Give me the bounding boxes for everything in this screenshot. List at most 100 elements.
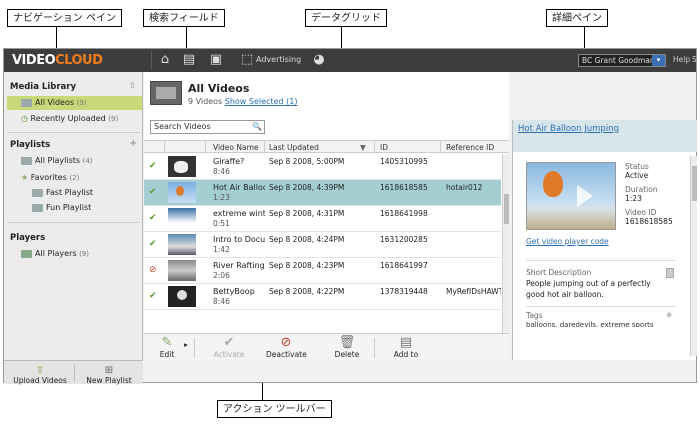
navigation-pane: Media Library ⇧ All Videos (9) ◷ Recentl… (4, 72, 143, 361)
sidebar-item-fast-playlist[interactable]: Fast Playlist (32, 188, 93, 197)
divider (526, 260, 676, 261)
table-row[interactable]: ⊘ River Rafting 2:06 Sep 8 2008, 4:23PM … (144, 258, 501, 284)
player-icon (21, 249, 32, 258)
chevron-down-icon[interactable]: ▾ (652, 55, 665, 66)
table-row[interactable]: ✔ Giraffe? 8:46 Sep 8 2008, 5:00PM 14053… (144, 154, 501, 180)
inactive-ban-icon: ⊘ (149, 265, 157, 275)
deactivate-button[interactable]: ⊘ Deactivate (266, 335, 307, 360)
column-last-updated[interactable]: Last Updated (269, 143, 319, 152)
status-label: Status (625, 162, 649, 171)
table-row[interactable]: ✔ BettyBoop 8:46 Sep 8 2008, 4:22PM 1378… (144, 284, 501, 310)
analytics-icon[interactable]: ◕ (310, 52, 328, 68)
film-icon (150, 81, 182, 105)
video-duration: 8:46 (213, 167, 230, 176)
data-grid-area: All Videos 9 Videos Show Selected (1) Se… (144, 72, 509, 361)
scrollbar-thumb[interactable] (504, 194, 509, 224)
section-divider (7, 222, 140, 223)
clock-icon: ◷ (21, 114, 28, 123)
section-divider (7, 132, 140, 133)
advertising-icon[interactable]: ⬚ (238, 52, 256, 68)
video-duration: 0:51 (213, 219, 230, 228)
add-to-button[interactable]: ▤ Add to (386, 336, 426, 360)
video-id: 1631200285 (380, 235, 428, 244)
active-check-icon: ✔ (149, 161, 157, 171)
collapse-up-icon[interactable]: ⇧ (129, 81, 136, 90)
grid-scrollbar[interactable] (502, 154, 509, 334)
video-name: Giraffe? (213, 157, 245, 166)
show-selected-link[interactable]: Show Selected (1) (225, 97, 298, 106)
document-icon (666, 268, 674, 278)
upload-videos-button[interactable]: ⇧ Upload Videos (6, 365, 74, 385)
column-divider (440, 141, 441, 153)
grid-header: Video Name Last Updated ▼ ID Reference I… (144, 140, 509, 153)
secondary-link[interactable]: S (692, 55, 697, 64)
new-playlist-button[interactable]: ⊞ New Playlist (75, 365, 143, 385)
video-duration: 1:23 (213, 193, 230, 202)
video-thumbnail (168, 208, 196, 229)
detail-title[interactable]: Hot Air Balloon Jumping (518, 124, 619, 134)
sidebar-item-all-videos[interactable]: All Videos (9) (21, 98, 87, 107)
media-library-heading: Media Library (10, 82, 76, 92)
play-icon[interactable] (577, 185, 593, 207)
playlist-icon (32, 203, 43, 212)
activate-button[interactable]: ✔ Activate (209, 335, 249, 360)
help-link[interactable]: Help (673, 55, 690, 64)
last-updated: Sep 8 2008, 5:00PM (269, 157, 345, 166)
detail-scrollbar[interactable] (690, 156, 697, 356)
sort-desc-icon[interactable]: ▼ (360, 143, 366, 152)
video-id-label: Video ID (625, 208, 657, 217)
edit-dropdown[interactable]: ▸ (179, 340, 193, 349)
scrollbar-thumb[interactable] (692, 166, 697, 201)
page-title: All Videos (188, 82, 250, 95)
video-thumbnail (168, 234, 196, 255)
toolbar-separator (374, 338, 375, 358)
tags-value: balloons, daredevils, extreme sports (526, 321, 654, 327)
column-divider (164, 141, 165, 153)
upload-arrow-icon: ⇧ (35, 365, 45, 376)
video-cloud-app: VIDEOCLOUD ⌂ ▤ ▣ ⬚ Advertising ◕ BC Gran… (3, 48, 697, 385)
last-updated: Sep 8 2008, 4:22PM (269, 287, 345, 296)
column-id[interactable]: ID (380, 143, 388, 152)
video-library-icon (21, 98, 32, 107)
callout-data-grid: データグリッド (305, 9, 387, 27)
delete-button[interactable]: 🗑 Delete (327, 336, 367, 360)
video-id-value: 1618618585 (625, 217, 673, 226)
toolbar-separator (151, 51, 152, 70)
video-thumbnail (168, 156, 196, 177)
detail-thumbnail[interactable] (526, 162, 616, 230)
column-video-name[interactable]: Video Name (213, 143, 259, 152)
get-player-code-link[interactable]: Get video player code (526, 237, 609, 246)
home-icon[interactable]: ⌂ (156, 52, 174, 68)
tag-icon: ◈ (666, 310, 673, 319)
sidebar-item-all-playlists[interactable]: All Playlists (4) (21, 156, 93, 165)
video-count: 9 Videos Show Selected (1) (188, 97, 298, 106)
player-icon[interactable]: ▣ (207, 52, 225, 68)
media-icon[interactable]: ▤ (180, 52, 198, 68)
detail-pane: Hot Air Balloon Jumping Status Active Du… (512, 120, 697, 360)
sidebar-item-recently-uploaded[interactable]: ◷ Recently Uploaded (9) (21, 114, 118, 123)
toolbar-separator (194, 338, 195, 358)
sidebar-item-favorites[interactable]: ★ Favorites (2) (21, 173, 79, 182)
reference-id: hotair012 (446, 183, 483, 192)
column-reference-id[interactable]: Reference ID (446, 143, 494, 152)
playlists-heading: Playlists (10, 140, 51, 150)
logo: VIDEOCLOUD (12, 53, 103, 68)
add-playlist-icon[interactable]: + (129, 138, 137, 149)
reference-id: MyRefIDsHAWT (446, 287, 501, 296)
table-row[interactable]: ✔ extreme winte 0:51 Sep 8 2008, 4:31PM … (144, 206, 501, 232)
last-updated: Sep 8 2008, 4:23PM (269, 261, 345, 270)
search-input[interactable]: Search Videos 🔍 (150, 120, 265, 134)
divider (526, 306, 676, 307)
last-updated: Sep 8 2008, 4:39PM (269, 183, 345, 192)
search-icon[interactable]: 🔍 (252, 121, 262, 133)
check-icon: ✔ (223, 335, 235, 350)
ban-icon: ⊘ (280, 335, 292, 350)
video-thumbnail (168, 260, 196, 281)
sidebar-item-fun-playlist[interactable]: Fun Playlist (32, 203, 91, 212)
table-row[interactable]: ✔ Intro to Docun 1:42 Sep 8 2008, 4:24PM… (144, 232, 501, 258)
advertising-link[interactable]: Advertising (256, 55, 301, 64)
last-updated: Sep 8 2008, 4:24PM (269, 235, 345, 244)
sidebar-item-all-players[interactable]: All Players (9) (21, 249, 89, 258)
playlist-icon (21, 156, 32, 165)
table-row-selected[interactable]: ✔ Hot Air Balloo 1:23 Sep 8 2008, 4:39PM… (144, 180, 501, 206)
